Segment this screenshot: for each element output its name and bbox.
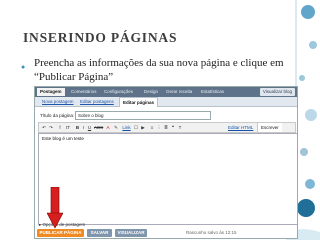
tab-design[interactable]: Design — [141, 88, 161, 96]
editor-text: Este blog é um teste — [42, 136, 84, 141]
link-icon[interactable]: Link — [122, 124, 131, 131]
tab-gerar-receita[interactable]: Gerar receita — [163, 88, 195, 96]
draft-status: Rascunho salvo às 12:15 — [186, 230, 237, 235]
image-icon[interactable]: ☐ — [133, 124, 139, 131]
compose-button[interactable]: Escrever — [257, 123, 282, 132]
slide-title: INSERINDO PÁGINAS — [23, 30, 178, 45]
tab-comentarios[interactable]: Comentários — [68, 88, 100, 96]
italic-icon[interactable]: I — [81, 124, 86, 131]
quote-icon[interactable]: ❝ — [170, 124, 176, 131]
bullet-icon: ● — [21, 63, 26, 71]
underline-icon[interactable]: U — [87, 124, 92, 131]
bullet-list-icon[interactable]: ≣ — [163, 124, 169, 131]
highlight-icon[interactable]: ✎ — [113, 124, 119, 131]
preview-button[interactable]: VISUALIZAR — [115, 229, 147, 237]
undo-icon[interactable]: ↶ — [41, 124, 47, 131]
red-arrow-icon — [47, 187, 63, 229]
publish-page-button[interactable]: PUBLICAR PÁGINA — [37, 229, 84, 237]
video-icon[interactable]: ▶ — [140, 124, 146, 131]
blogger-editor-screenshot: Postagem Comentários Configurações Desig… — [34, 86, 298, 239]
bullet-text: Preencha as informações da sua nova pági… — [34, 56, 290, 84]
numbered-list-icon[interactable]: ⋮ — [156, 124, 162, 131]
view-blog-link[interactable]: Visualizar blog — [259, 88, 295, 96]
sub-tab-editar-paginas[interactable]: Editar páginas — [119, 97, 159, 107]
strikethrough-icon[interactable]: ABC — [94, 124, 103, 131]
editor-toolbar: ↶ ↷ f tT B I U ABC A ✎ Link ☐ ▶ ≡ ⋮ ≣ ❝ … — [38, 122, 296, 133]
page-title-input[interactable]: Sobre o blog — [75, 111, 211, 120]
sub-tab-nova-postagem[interactable]: Nova postagem — [39, 98, 77, 105]
editor-area[interactable]: Este blog é um teste — [38, 133, 297, 225]
page-title-label: Título da página: — [40, 113, 75, 118]
redo-icon[interactable]: ↷ — [48, 124, 54, 131]
bullet-text-content: Preencha as informações da sua nova pági… — [34, 57, 284, 83]
save-button[interactable]: SALVAR — [87, 229, 112, 237]
tab-configuracoes[interactable]: Configurações — [101, 88, 136, 96]
font-size-icon[interactable]: tT — [64, 124, 72, 131]
edit-html-button[interactable]: Editar HTML — [225, 123, 256, 132]
tab-postagem[interactable]: Postagem — [37, 88, 65, 96]
remove-format-icon[interactable]: T — [177, 124, 183, 131]
font-icon[interactable]: f — [57, 124, 63, 131]
top-tab-bar: Postagem Comentários Configurações Desig… — [35, 87, 297, 97]
align-icon[interactable]: ≡ — [149, 124, 155, 131]
sub-tab-editar-postagens[interactable]: Editar postagens — [77, 98, 117, 105]
sub-tab-bar: Nova postagem Editar postagens Editar pá… — [35, 97, 297, 107]
bold-icon[interactable]: B — [75, 124, 80, 131]
text-color-icon[interactable]: A — [105, 124, 111, 131]
tab-estatisticas[interactable]: Estatísticas — [198, 88, 227, 96]
